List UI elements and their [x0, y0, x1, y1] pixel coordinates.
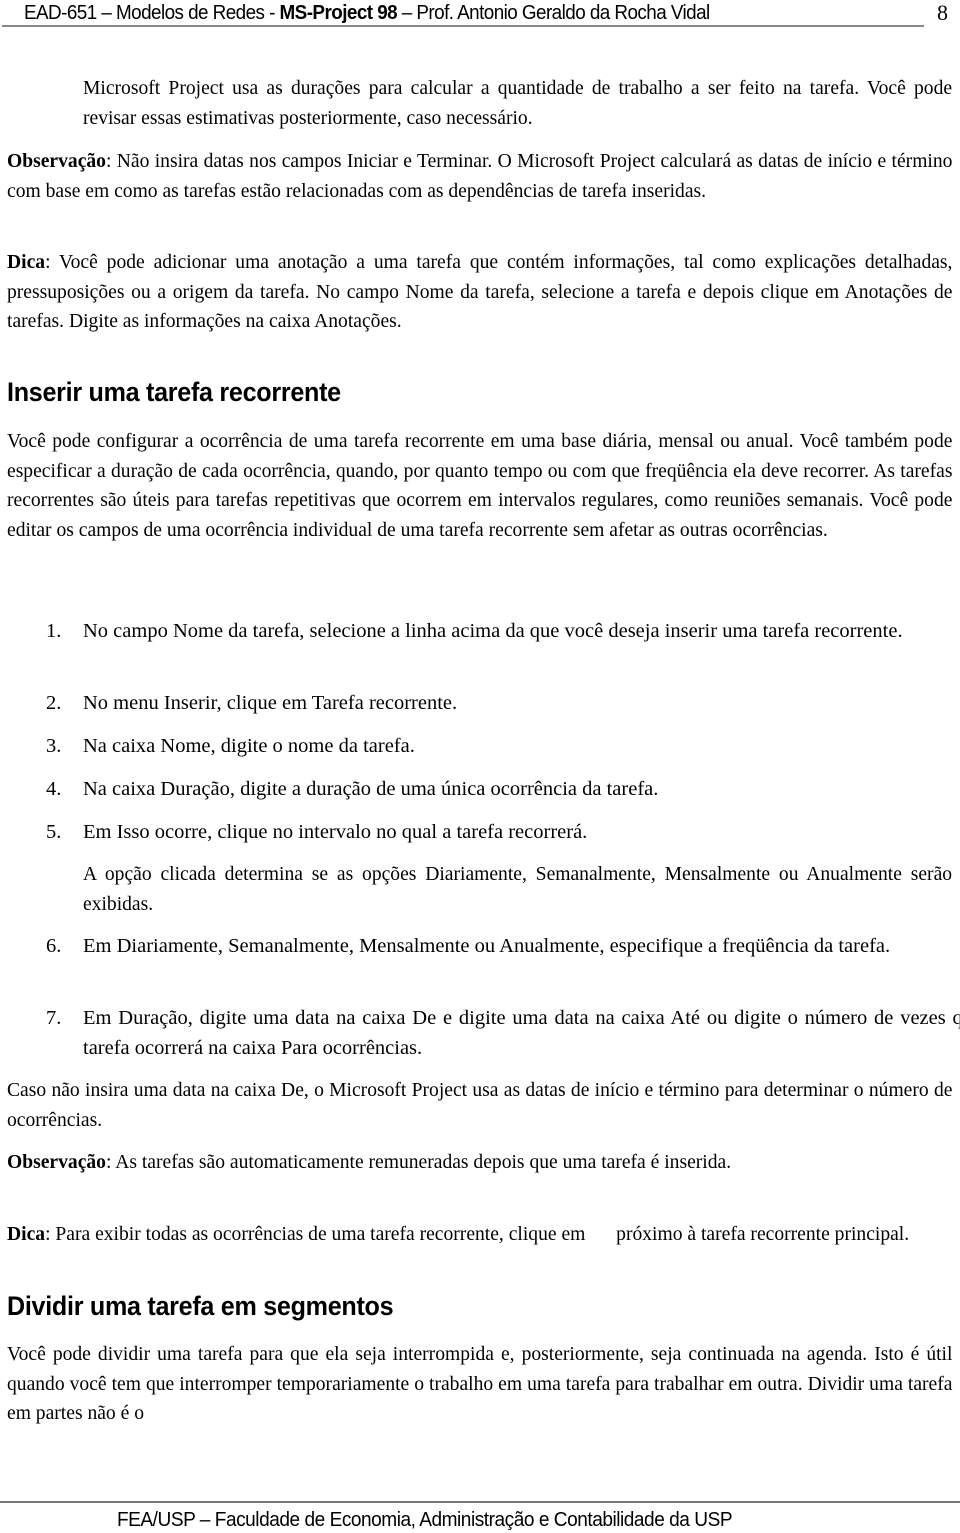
step-number: 2. — [46, 692, 62, 714]
observation-label: Observação — [7, 150, 106, 172]
tip-text: : Você pode adicionar uma anotação a uma… — [7, 251, 953, 332]
header-title-suffix: – Prof. Antonio Geraldo da Rocha Vidal — [397, 1, 710, 24]
page-footer: FEA/USP – Faculdade de Economia, Adminis… — [117, 1508, 733, 1531]
page-header: EAD-651 – Modelos de Redes - MS-Project … — [0, 0, 960, 30]
step-number: 4. — [46, 778, 62, 800]
split-task-paragraph: Você pode dividir uma tarefa para que el… — [7, 1343, 953, 1424]
header-title: EAD-651 – Modelos de Redes - MS-Project … — [24, 1, 710, 25]
recurring-tip: Dica: Para exibir todas as ocorrências d… — [7, 1220, 952, 1250]
step-text: No campo Nome da tarefa, selecione a lin… — [83, 620, 903, 642]
step-number: 7. — [46, 1007, 62, 1029]
header-title-bold: MS-Project 98 — [279, 1, 398, 24]
intro-observation: Observação: Não insira datas nos campos … — [7, 147, 952, 206]
header-title-prefix: EAD-651 – Modelos de Redes - — [24, 1, 280, 24]
section-heading-split-task: Dividir uma tarefa em segmentos — [7, 1291, 394, 1321]
step-text: Na caixa Duração, digite a duração de um… — [83, 778, 659, 800]
tip-label: Dica — [7, 1223, 46, 1245]
observation-text: : Não insira datas nos campos Iniciar e … — [7, 150, 953, 202]
intro-tip: Dica: Você pode adicionar uma anotação a… — [7, 248, 952, 337]
tip-label: Dica — [7, 251, 46, 273]
step-number: 1. — [46, 620, 62, 642]
observation-text: : As tarefas são automaticamente remuner… — [105, 1151, 732, 1173]
step-number: 6. — [46, 935, 62, 957]
recurring-task-paragraph: Você pode configurar a ocorrência de uma… — [7, 430, 953, 541]
page-number: 8 — [937, 0, 948, 25]
step-text: No menu Inserir, clique em Tarefa recorr… — [83, 692, 458, 714]
recurring-observation: Observação: As tarefas são automaticamen… — [7, 1148, 952, 1178]
step-number: 3. — [46, 735, 62, 757]
step-text: Na caixa Nome, digite o nome da tarefa. — [83, 735, 415, 757]
step-number: 5. — [46, 821, 62, 843]
observation-label: Observação — [7, 1151, 106, 1173]
header-divider — [2, 25, 924, 27]
step-5-note: A opção clicada determina se as opções D… — [83, 863, 953, 915]
footer-divider — [0, 1501, 960, 1503]
tip-text: : Para exibir todas as ocorrências de um… — [45, 1223, 591, 1245]
after-steps-paragraph: Caso não insira uma data na caixa De, o … — [7, 1079, 953, 1131]
step-text: Em Duração, digite uma data na caixa De … — [83, 1007, 960, 1059]
section-heading-recurring-task: Inserir uma tarefa recorrente — [7, 377, 341, 407]
step-text: Em Isso ocorre, clique no intervalo no q… — [83, 821, 588, 843]
step-text: Em Diariamente, Semanalmente, Mensalment… — [83, 935, 891, 957]
tip-text-continued: próximo à tarefa recorrente principal. — [611, 1223, 910, 1245]
intro-note: Microsoft Project usa as durações para c… — [83, 77, 953, 129]
